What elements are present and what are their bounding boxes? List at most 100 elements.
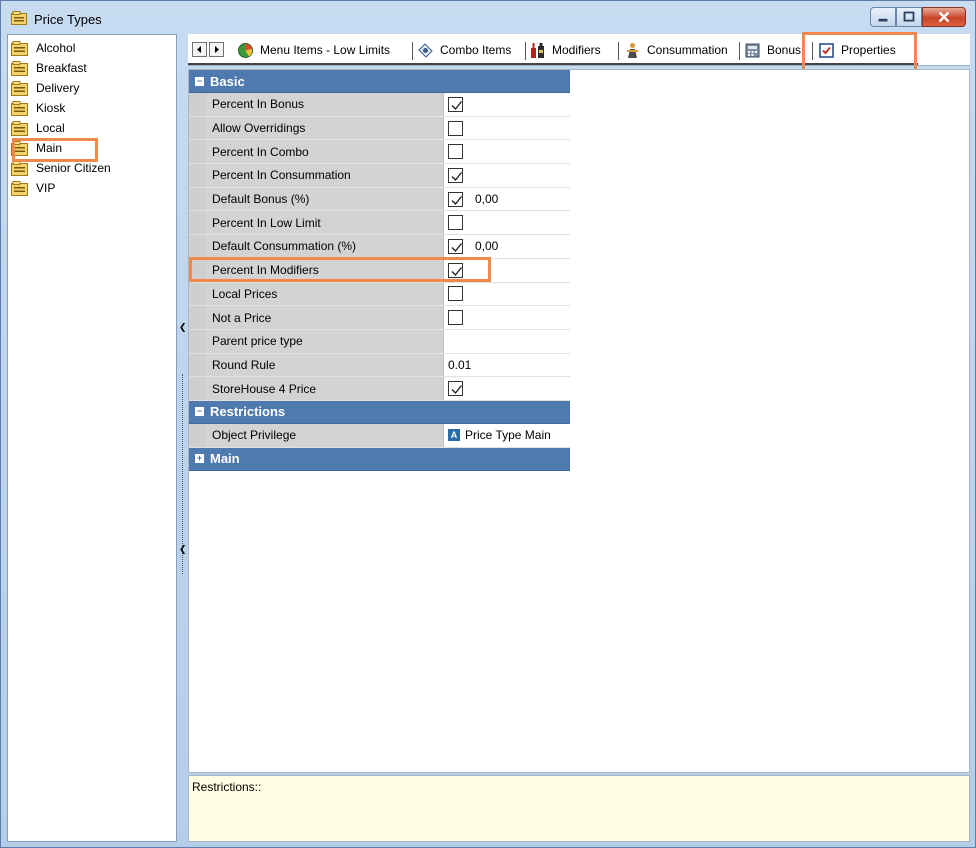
collapse-icon[interactable]: − (195, 76, 204, 86)
property-row-percent-in-combo[interactable]: Percent In Combo (189, 140, 570, 165)
price-type-icon (11, 100, 28, 116)
price-type-icon (11, 160, 28, 176)
price-type-item-breakfast[interactable]: Breakfast (11, 58, 176, 78)
price-types-window: Price Types Alcohol Breakfast Delivery Kios… (0, 0, 976, 848)
property-value-cell[interactable] (444, 306, 570, 329)
price-type-label: Alcohol (36, 41, 76, 55)
collapse-left-arrow-icon[interactable]: ❮ (179, 322, 187, 333)
checkbox[interactable] (448, 238, 463, 254)
price-type-icon (11, 120, 28, 136)
price-type-item-kiosk[interactable]: Kiosk (11, 98, 176, 118)
property-row-object-privilege[interactable]: Object Privilege A Price Type Main (189, 423, 570, 448)
window-title: Price Types (34, 12, 102, 27)
property-row-not-a-price[interactable]: Not a Price (189, 306, 570, 330)
tab-label: Menu Items - Low Limits (260, 43, 391, 57)
bottles-icon (531, 42, 544, 58)
category-basic[interactable]: − Basic (189, 70, 570, 93)
tab-modifiers[interactable]: Modifiers (529, 40, 601, 60)
property-value-cell[interactable]: 0,00 (444, 187, 570, 211)
title-bar: Price Types (1, 1, 975, 35)
property-value-cell[interactable] (444, 93, 570, 116)
property-name: Object Privilege (206, 423, 444, 447)
checkmark-icon (451, 100, 463, 110)
collapse-left-arrow-icon-2[interactable]: ❮ (179, 544, 187, 555)
checkbox[interactable] (448, 120, 463, 136)
property-grid-area: − Basic Percent In Bonus Allow Overriding… (188, 69, 970, 773)
basic-rows: Percent In Bonus Allow Overridings Percent… (189, 93, 570, 401)
property-row-local-prices[interactable]: Local Prices (189, 282, 570, 307)
checkbox[interactable] (448, 381, 463, 397)
highlight-properties-tab (802, 32, 917, 72)
checkbox[interactable] (448, 215, 463, 231)
checkbox[interactable] (448, 286, 463, 302)
tab-bonus[interactable]: Bonus (744, 40, 801, 60)
price-type-icon (11, 60, 28, 76)
property-value-cell[interactable] (444, 377, 570, 400)
checkbox[interactable] (448, 96, 463, 112)
property-value-cell[interactable] (444, 164, 570, 187)
property-row-percent-in-consummation[interactable]: Percent In Consummation (189, 164, 570, 188)
property-row-allow-overridings[interactable]: Allow Overridings (189, 116, 570, 141)
checkbox[interactable] (448, 167, 463, 183)
property-row-round-rule[interactable]: Round Rule 0.01 (189, 353, 570, 378)
combo-icon (418, 42, 433, 58)
property-row-default-consummation[interactable]: Default Consummation (%) 0,00 (189, 235, 570, 259)
minimize-button[interactable] (870, 7, 896, 27)
property-row-storehouse-4-price[interactable]: StoreHouse 4 Price (189, 377, 570, 401)
price-types-icon (11, 11, 27, 25)
price-type-list-panel: Alcohol Breakfast Delivery Kiosk Local Main Se… (7, 34, 177, 842)
maximize-button[interactable] (896, 7, 922, 27)
highlight-main (12, 138, 98, 162)
property-row-percent-in-bonus[interactable]: Percent In Bonus (189, 93, 570, 117)
row-gutter (189, 235, 206, 258)
property-name: Percent In Low Limit (206, 211, 444, 235)
tab-consummation[interactable]: Consummation (624, 40, 728, 60)
property-name: Parent price type (206, 329, 444, 353)
price-type-label: Delivery (36, 81, 80, 95)
category-restrictions[interactable]: − Restrictions (189, 400, 570, 424)
property-value-cell[interactable] (444, 282, 570, 306)
property-value-cell[interactable] (444, 140, 570, 164)
category-label: Basic (210, 73, 245, 89)
price-type-item-delivery[interactable]: Delivery (11, 78, 176, 98)
price-type-item-alcohol[interactable]: Alcohol (11, 38, 176, 58)
price-type-label: Local (36, 121, 65, 135)
property-value-cell[interactable]: 0,00 (444, 235, 570, 258)
property-grid: − Basic Percent In Bonus Allow Overriding… (189, 70, 570, 471)
price-type-label: Senior Citizen (36, 161, 111, 175)
row-gutter (189, 353, 206, 377)
row-gutter (189, 377, 206, 400)
property-value-cell[interactable]: A Price Type Main (444, 423, 570, 447)
collapse-icon[interactable]: − (195, 407, 204, 417)
row-gutter (189, 116, 206, 140)
tab-menu-items-low-limits[interactable]: Menu Items - Low Limits (237, 40, 390, 60)
property-row-percent-in-low-limit[interactable]: Percent In Low Limit (189, 211, 570, 236)
tab-separator (525, 42, 526, 60)
property-row-default-bonus[interactable]: Default Bonus (%) 0,00 (189, 187, 570, 212)
property-row-parent-price-type[interactable]: Parent price type (189, 329, 570, 354)
checkbox[interactable] (448, 191, 463, 207)
price-type-icon (11, 40, 28, 56)
category-main[interactable]: + Main (189, 447, 570, 471)
tab-scroll-left-button[interactable] (192, 42, 207, 57)
expand-icon[interactable]: + (195, 454, 204, 464)
row-gutter (189, 211, 206, 235)
row-gutter (189, 164, 206, 187)
restriction-rows: Object Privilege A Price Type Main (189, 423, 570, 448)
property-value-cell[interactable] (444, 329, 570, 353)
price-type-item-local[interactable]: Local (11, 118, 176, 138)
panel-splitter[interactable]: ❮ ❮ (178, 34, 188, 842)
property-value-cell[interactable] (444, 211, 570, 235)
tab-combo-items[interactable]: Combo Items (417, 40, 511, 60)
property-value: 0,00 (475, 192, 499, 207)
checkbox[interactable] (448, 310, 463, 326)
tab-scroll-right-button[interactable] (209, 42, 224, 57)
price-type-item-vip[interactable]: VIP (11, 178, 176, 198)
property-value-cell[interactable]: 0.01 (444, 353, 570, 377)
tab-separator (739, 42, 740, 60)
checkmark-icon (451, 243, 463, 253)
checkbox[interactable] (448, 144, 463, 160)
description-panel: Restrictions:: (188, 775, 970, 842)
close-button[interactable] (922, 7, 966, 27)
property-value-cell[interactable] (444, 116, 570, 140)
